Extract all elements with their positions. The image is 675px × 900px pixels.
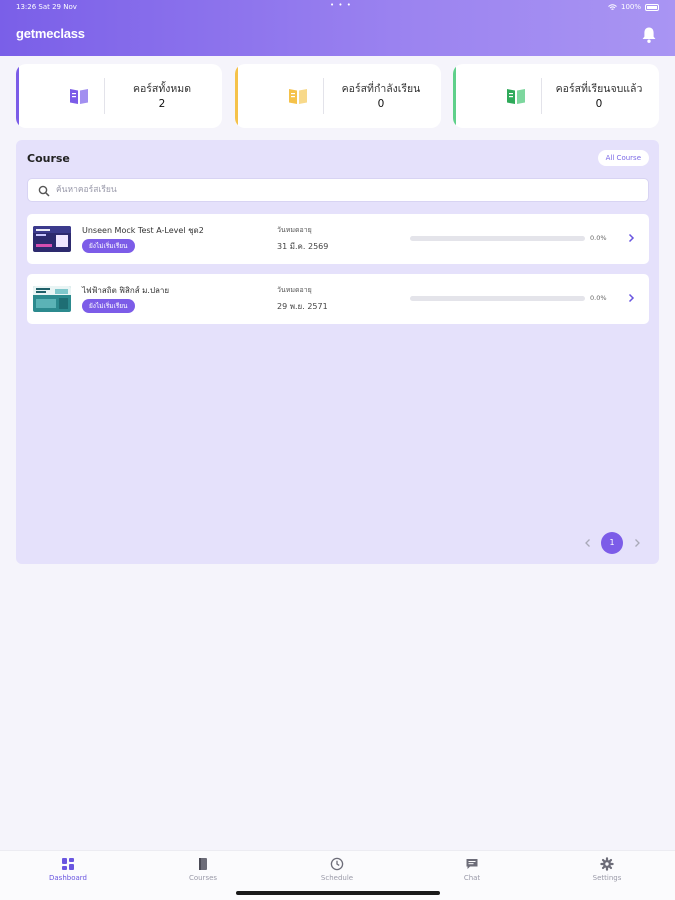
- tab-chat[interactable]: Chat: [432, 855, 512, 889]
- progress-bar: [410, 296, 585, 301]
- tab-dashboard[interactable]: Dashboard: [28, 855, 108, 889]
- dashboard-icon: [62, 858, 74, 870]
- battery-percent: 100%: [620, 3, 641, 11]
- status-time: 13:26 Sat 29 Nov: [16, 3, 77, 11]
- tab-label: Settings: [592, 874, 622, 882]
- book-icon: [70, 89, 88, 104]
- gear-icon: [600, 857, 614, 871]
- expire-label: วันหมดอายุ: [277, 286, 312, 294]
- book-icon: [199, 858, 207, 870]
- chevron-right-icon[interactable]: [627, 293, 635, 303]
- app-header: 13:26 Sat 29 Nov • • • 100% getmeclass: [0, 0, 675, 56]
- pagination-next-icon[interactable]: [633, 538, 641, 548]
- panel-title: Course: [27, 152, 70, 165]
- stat-accent-bar: [16, 64, 19, 128]
- chevron-right-icon[interactable]: [627, 233, 635, 243]
- course-thumbnail: [33, 286, 71, 312]
- book-icon: [289, 89, 307, 104]
- home-indicator: [236, 891, 440, 895]
- book-icon: [507, 89, 525, 104]
- multitask-dots[interactable]: • • •: [330, 1, 352, 9]
- expire-label: วันหมดอายุ: [277, 226, 312, 234]
- course-row[interactable]: Unseen Mock Test A-Level ชุด2 ยังไม่เริ่…: [27, 214, 649, 264]
- course-title: ไฟฟ้าสถิต ฟิสิกส์ ม.ปลาย: [82, 286, 170, 295]
- all-course-button[interactable]: All Course: [597, 150, 649, 166]
- tab-schedule[interactable]: Schedule: [297, 855, 377, 889]
- search-box[interactable]: [27, 178, 649, 202]
- tab-label: Chat: [463, 874, 481, 882]
- expire-date: 31 มี.ค. 2569: [277, 242, 329, 251]
- search-input[interactable]: [56, 182, 636, 198]
- stat-divider: [104, 78, 105, 114]
- course-thumbnail: [33, 226, 71, 252]
- app-logo: getmeclass: [16, 26, 85, 41]
- stat-card-in-progress[interactable]: คอร์สที่กำลังเรียน 0: [235, 64, 441, 128]
- stat-card-all-courses[interactable]: คอร์สทั้งหมด 2: [16, 64, 222, 128]
- status-right: 100%: [608, 3, 659, 11]
- tab-label: Dashboard: [49, 874, 87, 882]
- stat-accent-bar: [453, 64, 456, 128]
- stat-value: 0: [595, 98, 603, 110]
- tab-label: Schedule: [320, 874, 354, 882]
- search-icon: [38, 185, 50, 197]
- status-bar: 13:26 Sat 29 Nov • • • 100%: [0, 1, 675, 14]
- progress-percent: 0.0%: [590, 294, 607, 302]
- pagination-prev-icon[interactable]: [584, 538, 592, 548]
- stat-label: คอร์สที่กำลังเรียน: [341, 83, 421, 95]
- progress-percent: 0.0%: [590, 234, 607, 242]
- stat-value: 0: [377, 98, 385, 110]
- pagination-page-current[interactable]: 1: [601, 532, 623, 554]
- wifi-icon: [608, 3, 617, 10]
- notification-bell-icon[interactable]: [641, 26, 657, 44]
- progress-bar: [410, 236, 585, 241]
- course-status-badge: ยังไม่เริ่มเรียน: [82, 299, 135, 313]
- expire-date: 29 พ.ย. 2571: [277, 302, 328, 311]
- stat-divider: [323, 78, 324, 114]
- course-panel: Course All Course Unseen Mock Test A-Lev…: [16, 140, 659, 564]
- chat-icon: [466, 859, 478, 869]
- clock-icon: [330, 857, 344, 871]
- tab-settings[interactable]: Settings: [567, 855, 647, 889]
- stat-accent-bar: [235, 64, 238, 128]
- course-title: Unseen Mock Test A-Level ชุด2: [82, 226, 204, 235]
- tab-label: Courses: [188, 874, 218, 882]
- stat-card-completed[interactable]: คอร์สที่เรียนจบแล้ว 0: [453, 64, 659, 128]
- stat-label: คอร์สที่เรียนจบแล้ว: [555, 83, 643, 95]
- stat-label: คอร์สทั้งหมด: [132, 83, 192, 95]
- course-status-badge: ยังไม่เริ่มเรียน: [82, 239, 135, 253]
- course-row[interactable]: ไฟฟ้าสถิต ฟิสิกส์ ม.ปลาย ยังไม่เริ่มเรีย…: [27, 274, 649, 324]
- battery-icon: [645, 3, 659, 11]
- stat-value: 2: [158, 98, 166, 110]
- tab-courses[interactable]: Courses: [163, 855, 243, 889]
- stat-divider: [541, 78, 542, 114]
